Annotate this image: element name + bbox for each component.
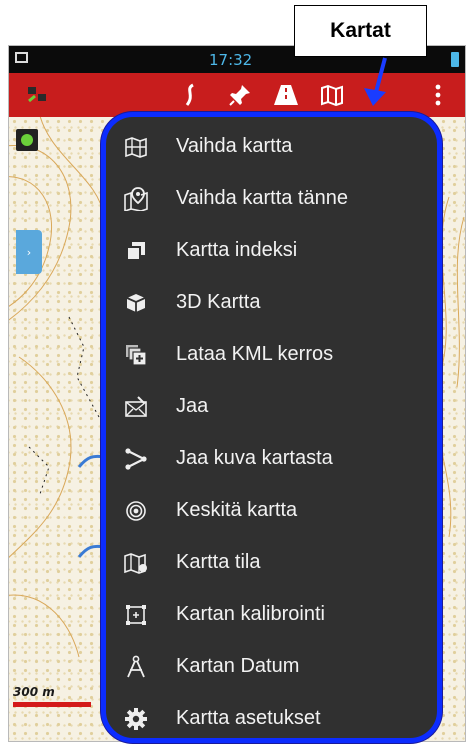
location-button[interactable] <box>16 129 38 151</box>
map-scale-label: 300 m <box>13 685 55 699</box>
status-time: 17:32 <box>209 51 253 69</box>
battery-icon <box>451 52 459 67</box>
menu-item-label: Vaihda kartta <box>176 135 293 157</box>
menu-item-kartan-kalibrointi[interactable]: Kartan kalibrointi <box>106 589 437 641</box>
menu-item-label: 3D Kartta <box>176 291 261 313</box>
map-pin-icon <box>122 186 150 212</box>
mail-icon <box>122 394 150 420</box>
layers-icon <box>122 238 150 264</box>
menu-item-jaa[interactable]: Jaa <box>106 381 437 433</box>
kml-layer-icon <box>122 342 150 368</box>
menu-item-vaihda-kartta[interactable]: Vaihda kartta <box>106 121 437 173</box>
maps-icon[interactable] <box>317 73 347 117</box>
app-logo-icon[interactable] <box>23 73 53 117</box>
menu-item-label: Kartan Datum <box>176 655 300 677</box>
map-mode-icon <box>122 550 150 576</box>
menu-item-keskita-kartta[interactable]: Keskitä kartta <box>106 485 437 537</box>
maps-overflow-menu: Vaihda kartta Vaihda kartta tänne Kartta… <box>101 112 442 743</box>
menu-item-label: Jaa <box>176 395 209 417</box>
gallery-notification-icon <box>15 52 28 63</box>
menu-item-label: Kartta asetukset <box>176 707 321 729</box>
chevron-right-icon: › <box>26 245 32 259</box>
callout-label: Kartat <box>294 5 427 57</box>
menu-item-label: Jaa kuva kartasta <box>176 447 333 469</box>
menu-item-label: Keskitä kartta <box>176 499 298 521</box>
menu-item-label: Kartta tila <box>176 551 261 573</box>
menu-item-lataa-kml-kerros[interactable]: Lataa KML kerros <box>106 329 437 381</box>
menu-item-3d-kartta[interactable]: 3D Kartta <box>106 277 437 329</box>
pushpin-icon[interactable] <box>225 73 255 117</box>
route-icon[interactable] <box>271 73 301 117</box>
map-icon <box>122 134 150 160</box>
menu-item-kartta-tila[interactable]: Kartta tila <box>106 537 437 589</box>
cube-icon <box>122 290 150 316</box>
menu-item-label: Vaihda kartta tänne <box>176 187 348 209</box>
action-bar <box>9 73 465 117</box>
menu-item-kartan-datum[interactable]: Kartan Datum <box>106 641 437 693</box>
menu-item-label: Kartan kalibrointi <box>176 603 325 625</box>
gear-icon <box>122 706 150 732</box>
map-scale-bar <box>13 702 91 707</box>
overflow-menu-icon[interactable] <box>425 73 451 117</box>
menu-item-label: Kartta indeksi <box>176 239 298 261</box>
share-icon <box>122 446 150 472</box>
calibration-icon <box>122 602 150 628</box>
menu-item-kartta-indeksi[interactable]: Kartta indeksi <box>106 225 437 277</box>
gps-dot-icon <box>21 134 33 146</box>
compass-icon <box>122 654 150 680</box>
menu-item-label: Lataa KML kerros <box>176 343 334 365</box>
menu-item-jaa-kuva-kartasta[interactable]: Jaa kuva kartasta <box>106 433 437 485</box>
target-icon <box>122 498 150 524</box>
menu-item-kartta-asetukset[interactable]: Kartta asetukset <box>106 693 437 738</box>
menu-item-vaihda-kartta-tanne[interactable]: Vaihda kartta tänne <box>106 173 437 225</box>
side-panel-tab[interactable]: › <box>16 230 42 274</box>
track-icon[interactable] <box>179 73 201 117</box>
